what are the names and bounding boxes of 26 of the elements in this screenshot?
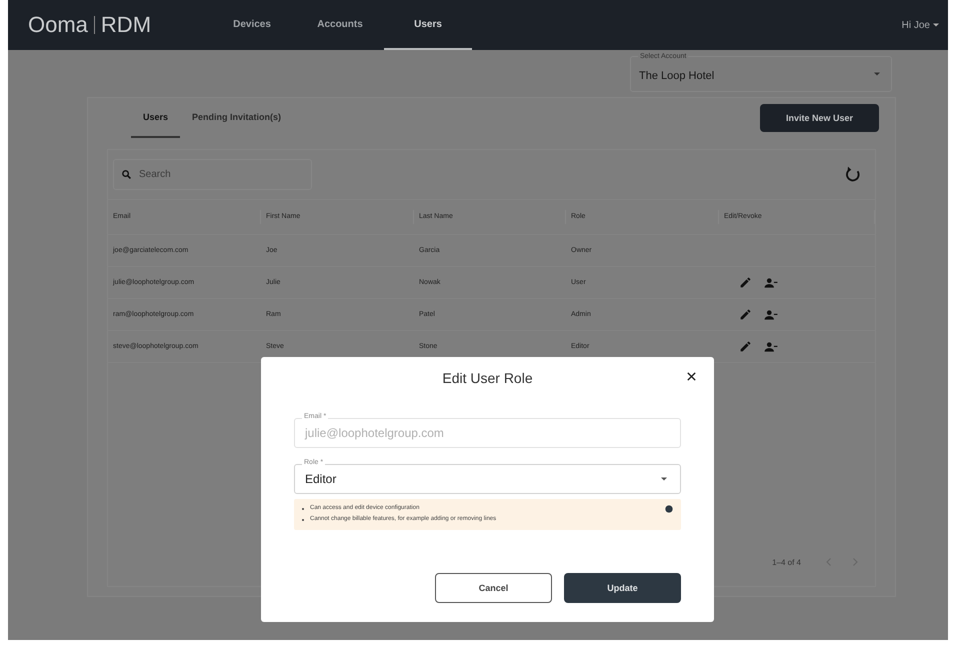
page-range: 1–4 of 4 [772, 558, 801, 566]
search-icon [121, 169, 132, 180]
nav-tab[interactable]: Devices [208, 0, 296, 50]
field-value: Editor [305, 472, 336, 486]
info-dot-icon [665, 505, 673, 513]
remove-user-icon[interactable] [764, 308, 778, 322]
invite-button[interactable]: Invite New User [760, 104, 879, 132]
dialog-title: Edit User Role [442, 370, 533, 386]
remove-user-icon[interactable] [764, 340, 778, 354]
pencil-icon[interactable] [739, 308, 752, 321]
pencil-icon[interactable] [739, 340, 752, 353]
logo-text: Ooma [28, 12, 88, 38]
select-field[interactable]: Editor [294, 464, 681, 494]
nav-tab[interactable]: Accounts [296, 0, 384, 50]
product-name: RDM [100, 12, 152, 38]
search-field[interactable]: Search [113, 159, 312, 190]
update-button[interactable]: Update [564, 573, 681, 603]
nav-tab[interactable]: Users [384, 0, 472, 50]
field-value: julie@loophotelgroup.com [305, 426, 444, 440]
remove-user-icon[interactable] [764, 276, 778, 290]
tab[interactable]: Pending Invitation(s) [180, 98, 294, 138]
cancel-button[interactable]: Cancel [435, 573, 552, 603]
user-menu[interactable]: Hi Joe [902, 19, 948, 31]
tab[interactable]: Users [131, 98, 180, 138]
pencil-icon[interactable] [739, 276, 752, 289]
close-icon[interactable] [686, 371, 697, 382]
